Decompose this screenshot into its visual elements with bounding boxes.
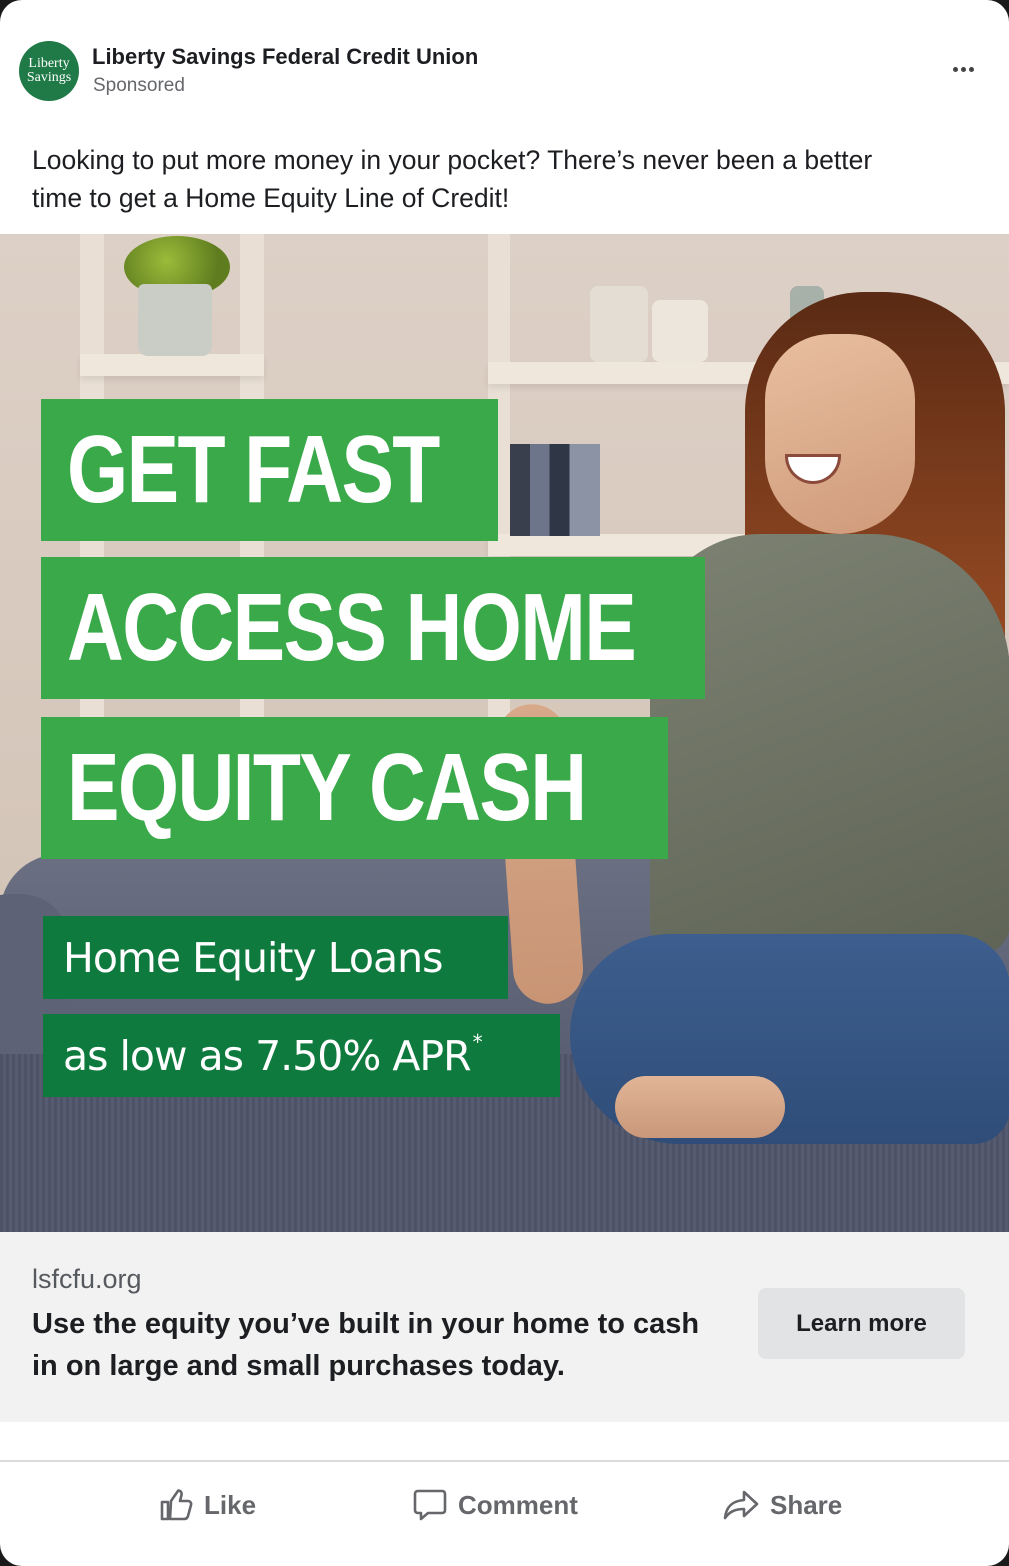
headline-block-1: GET FAST [41,399,498,541]
comment-button[interactable]: Comment [412,1480,578,1530]
headline-line-3: EQUITY CASH [67,734,587,841]
more-options-icon[interactable] [940,55,986,83]
comment-label: Comment [458,1489,578,1520]
post-header: Liberty Savings Liberty Savings Federal … [0,0,1009,114]
headline-block-3: EQUITY CASH [41,717,668,859]
share-icon [723,1490,759,1520]
learn-more-button[interactable]: Learn more [758,1288,965,1359]
link-headline[interactable]: Use the equity you’ve built in your home… [32,1303,732,1387]
jar-image [590,286,648,362]
headline-line-2: ACCESS HOME [67,574,637,681]
avatar-text-line-1: Liberty [28,56,70,71]
page-name-link[interactable]: Liberty Savings Federal Credit Union [92,44,478,70]
sub-headline-2: as low as 7.50% APR * [43,1014,560,1097]
page-avatar[interactable]: Liberty Savings [19,41,79,101]
share-button[interactable]: Share [722,1480,842,1530]
avatar-text-line-2: Savings [26,70,72,85]
link-domain[interactable]: lsfcfu.org [32,1264,142,1295]
ad-creative-image[interactable]: GET FAST ACCESS HOME EQUITY CASH Home Eq… [0,234,1009,1232]
post-body-text: Looking to put more money in your pocket… [32,145,873,213]
books-image [510,444,600,536]
like-label: Like [204,1489,257,1520]
sponsored-post-card: Liberty Savings Liberty Savings Federal … [0,0,1009,1566]
action-divider [0,1460,1009,1462]
like-button[interactable]: Like [158,1480,256,1530]
sub-headline-1-text: Home Equity Loans [63,933,443,982]
disclaimer-asterisk: * [472,1029,483,1054]
sub-headline-1: Home Equity Loans [43,916,508,999]
comment-icon [413,1489,447,1521]
sponsored-label[interactable]: Sponsored [93,75,185,97]
jar-image [652,300,708,362]
share-label: Share [770,1489,843,1520]
headline-block-2: ACCESS HOME [41,557,705,699]
person-face [765,334,915,534]
plant-pot-image [138,284,212,356]
sub-headline-2-text: as low as 7.50% APR [63,1031,472,1080]
thumbs-up-icon [160,1489,193,1521]
person-foot [615,1076,785,1138]
shelf-board [80,354,264,376]
headline-line-1: GET FAST [67,416,440,523]
